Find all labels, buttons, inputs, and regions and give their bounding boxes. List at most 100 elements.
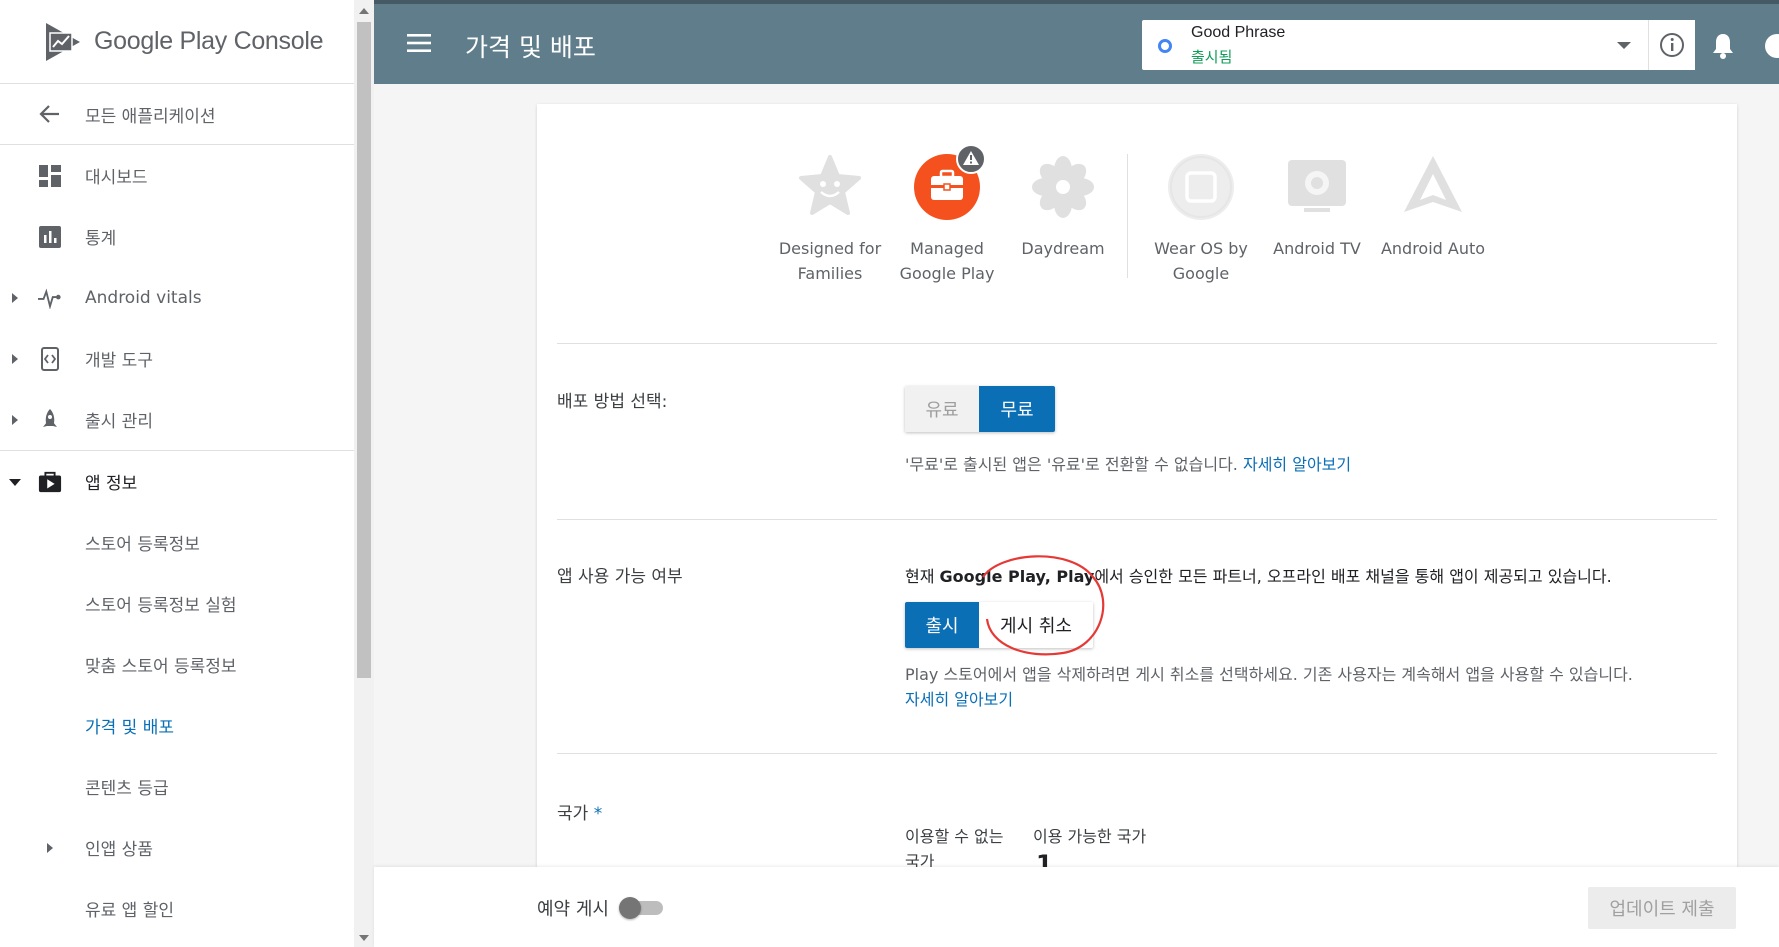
warning-badge-icon [956,144,986,174]
vitals-icon [38,286,62,310]
device-category-android-tv[interactable]: Android TV [1257,154,1377,261]
device-caption-line1: Android TV [1273,239,1361,258]
sidebar-subitem-pricing-distribution[interactable]: 가격 및 배포 [0,695,354,756]
rocket-icon [38,408,62,432]
wear-os-watch-icon [1170,156,1232,218]
logo-text-console: Console [233,27,324,55]
arrow-back-icon [38,102,62,126]
countries-label: 국가 * [557,799,602,824]
chevron-down-icon [1617,42,1631,49]
sidebar-subitem-label: 스토어 등록정보 [85,535,200,555]
android-tv-icon [1288,160,1346,212]
dev-tools-icon [38,346,62,371]
sidebar-subitem-label: 맞춤 스토어 등록정보 [85,657,237,677]
sidebar-item-label: 개발 도구 [85,351,153,371]
sidebar-subitem-store-listing-experiments[interactable]: 스토어 등록정보 실험 [0,573,354,634]
info-icon [1660,33,1684,57]
available-countries-header: 이용 가능한 국가 [1033,827,1147,846]
device-caption-line1: Wear OS by [1154,239,1248,258]
sidebar-subitem-store-listing[interactable]: 스토어 등록정보 [0,512,354,573]
sidebar-item-dev-tools[interactable]: 개발 도구 [0,328,354,389]
page-title: 가격 및 배포 [465,33,596,62]
scroll-up-arrow-icon[interactable] [354,2,374,20]
console-logo[interactable]: Google Play Console [0,0,354,84]
device-categories-separator [1127,154,1128,278]
bottom-action-bar: 예약 게시 업데이트 제출 [374,867,1779,947]
help-icon[interactable] [1764,32,1779,60]
caret-right-icon [47,842,53,853]
sidebar-subitem-custom-store-listing[interactable]: 맞춤 스토어 등록정보 [0,634,354,695]
device-category-wear-os[interactable]: Wear OS by Google [1141,154,1261,286]
available-countries-count: 1 [1036,852,1053,867]
sidebar-item-release-management[interactable]: 출시 관리 [0,389,354,450]
nav-back-label: 모든 애플리케이션 [85,106,216,127]
pricing-note-text: '무료'로 출시된 앱은 '유료'로 전환할 수 없습니다. [905,455,1238,474]
publish-option[interactable]: 출시 [905,602,979,648]
sidebar-subitem-label: 콘텐츠 등급 [85,779,169,799]
sidebar-subitem-paid-app-discount[interactable]: 유료 앱 할인 [0,878,354,939]
sidebar-subitem-in-app-products[interactable]: 인앱 상품 [0,817,354,878]
distribution-method-label: 배포 방법 선택: [557,392,668,412]
notifications-bell-icon[interactable] [1710,32,1736,60]
pricing-note: '무료'로 출시된 앱은 '유료'로 전환할 수 없습니다. 자세히 알아보기 [905,452,1351,477]
pricing-learn-more-link[interactable]: 자세히 알아보기 [1243,455,1351,474]
device-caption-line1: Designed for [778,239,882,258]
app-availability-label: 앱 사용 가능 여부 [557,567,683,587]
sidebar-item-dashboard[interactable]: 대시보드 [0,145,354,206]
families-star-icon [799,155,861,215]
paid-option[interactable]: 유료 [905,386,979,432]
scrollbar-thumb[interactable] [357,22,371,678]
unavailable-countries-header-line1: 이용할 수 없는 [905,827,1004,846]
info-button[interactable] [1648,20,1695,70]
app-name: Good Phrase [1191,24,1286,41]
daydream-icon [1032,156,1094,218]
section-divider [557,753,1717,754]
pricing-toggle[interactable]: 유료 무료 [905,386,1055,432]
availability-desc-prefix: 현재 [905,567,940,586]
dashboard-icon [38,164,62,188]
sidebar-item-android-vitals[interactable]: Android vitals [0,267,354,328]
countries-label-text: 국가 [557,804,589,824]
unpublish-note: Play 스토어에서 앱을 삭제하려면 게시 취소를 선택하세요. 기존 사용자… [905,662,1705,712]
caret-right-icon [12,292,18,303]
device-caption-line1: Managed [910,239,984,258]
unpublish-note-text: Play 스토어에서 앱을 삭제하려면 게시 취소를 선택하세요. 기존 사용자… [905,665,1633,684]
scheduled-publishing-toggle[interactable] [619,897,663,919]
red-annotation-circle [982,555,1105,656]
logo-text-google-play: Google Play [94,27,227,55]
device-caption-line2: Families [797,264,863,283]
device-caption-line1: Android Auto [1380,239,1486,258]
sidebar-scrollbar[interactable] [354,0,374,947]
device-category-designed-for-families[interactable]: Designed for Families [770,154,890,286]
app-status: 출시됨 [1191,48,1233,66]
stats-icon [38,225,62,249]
sidebar-item-label: Android vitals [85,287,202,308]
caret-down-icon [9,478,21,486]
device-category-daydream[interactable]: Daydream [1003,154,1123,261]
sidebar-item-label: 통계 [85,229,117,249]
sidebar-subitem-label: 스토어 등록정보 실험 [85,596,237,616]
sidebar-subitem-content-rating[interactable]: 콘텐츠 등급 [0,756,354,817]
device-caption-line2: Google [1172,264,1230,283]
caret-right-icon [12,414,18,425]
device-caption-line1: Daydream [1021,239,1105,258]
submit-update-button[interactable]: 업데이트 제출 [1588,887,1736,929]
device-category-managed-google-play[interactable]: Managed Google Play [887,144,1007,286]
menu-icon[interactable] [404,28,434,58]
sidebar-item-stats[interactable]: 통계 [0,206,354,267]
app-selector-dropdown[interactable]: Good Phrase 출시됨 [1142,20,1695,70]
section-divider [557,343,1717,344]
required-asterisk: * [593,804,603,824]
sidebar-item-store-presence[interactable]: 앱 정보 [0,451,354,512]
unpublish-learn-more-link[interactable]: 자세히 알아보기 [905,687,1705,712]
sidebar-subitem-label: 가격 및 배포 [85,718,175,738]
availability-desc-suffix: 에서 승인한 모든 파트너, 오프라인 배포 채널을 통해 앱이 제공되고 있습… [1094,567,1612,586]
sidebar-item-label: 대시보드 [85,168,148,188]
scroll-down-arrow-icon[interactable] [354,929,374,947]
nav-back-all-apps[interactable]: 모든 애플리케이션 [0,84,354,145]
free-option[interactable]: 무료 [979,386,1055,432]
device-category-android-auto[interactable]: Android Auto [1373,154,1493,261]
sidebar: Google Play Console 모든 애플리케이션 대시보드 통계 An… [0,0,374,947]
android-auto-icon [1404,156,1462,212]
sidebar-item-label: 앱 정보 [85,474,138,494]
